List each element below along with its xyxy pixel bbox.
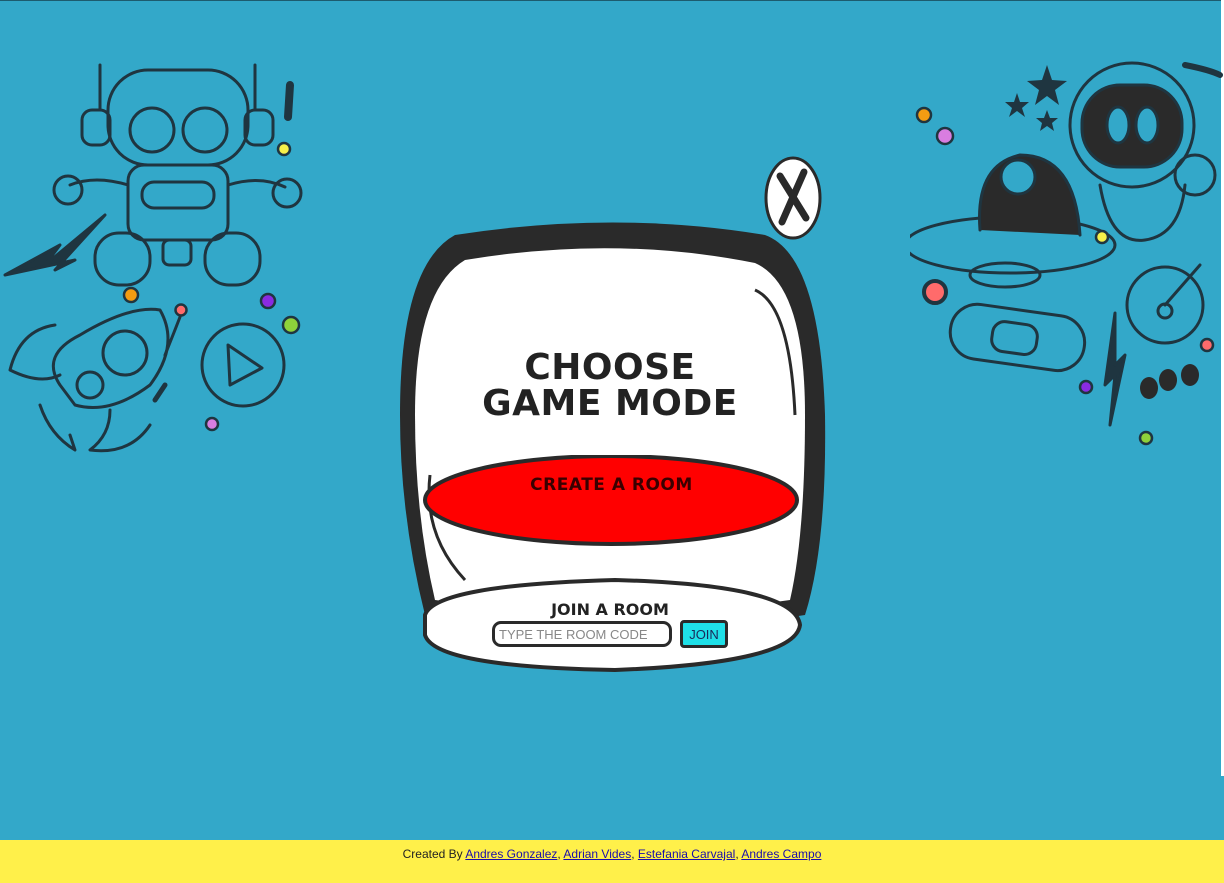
- rocket-icon: [8, 307, 182, 453]
- footer-prefix: Created By: [402, 847, 463, 861]
- create-room-button[interactable]: CREATE A ROOM: [423, 455, 800, 547]
- room-code-input[interactable]: [492, 621, 672, 647]
- astronaut-icon: [1068, 61, 1217, 242]
- top-border: [0, 0, 1224, 1]
- star-icon: [1005, 65, 1067, 131]
- ufo-icon: [910, 153, 1117, 289]
- close-icon: [764, 156, 822, 240]
- separator: ,: [631, 847, 635, 861]
- left-doodles: [3, 63, 303, 453]
- join-room-title: JOIN A ROOM: [551, 600, 669, 619]
- author-link-2[interactable]: Adrian Vides: [563, 847, 631, 861]
- close-button[interactable]: [764, 156, 822, 240]
- modal-title: CHOOSE GAME MODE: [470, 350, 750, 422]
- footer: Created By Andres Gonzalez, Adrian Vides…: [0, 840, 1224, 883]
- separator: ,: [557, 847, 561, 861]
- robot-icon: [52, 63, 303, 287]
- create-room-label: CREATE A ROOM: [530, 475, 693, 495]
- lightning-icon: [1103, 311, 1127, 427]
- right-doodles: [910, 61, 1223, 446]
- play-icon: [200, 322, 286, 408]
- author-link-4[interactable]: Andres Campo: [741, 847, 821, 861]
- join-button[interactable]: JOIN: [680, 620, 728, 648]
- author-link-1[interactable]: Andres Gonzalez: [465, 847, 557, 861]
- footer-credits: Created By Andres Gonzalez, Adrian Vides…: [0, 847, 1224, 861]
- author-link-3[interactable]: Estefania Carvajal: [638, 847, 735, 861]
- title-line-1: CHOOSE: [524, 347, 696, 388]
- separator: ,: [735, 847, 739, 861]
- lightning-icon: [3, 213, 107, 277]
- title-line-2: GAME MODE: [482, 383, 738, 424]
